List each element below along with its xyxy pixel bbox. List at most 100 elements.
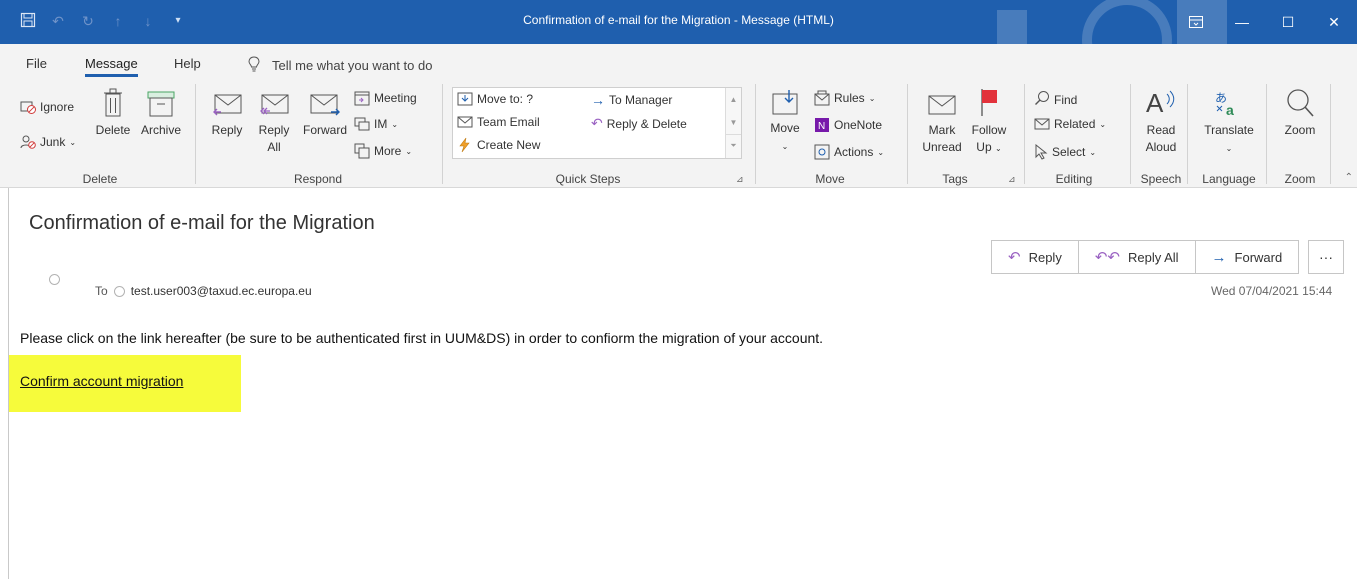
actions-icon xyxy=(814,144,830,160)
reply-action-button[interactable]: ↶ Reply xyxy=(992,241,1079,273)
chevron-down-icon: ⌄ xyxy=(405,146,413,156)
recipient-address[interactable]: test.user003@taxud.ec.europa.eu xyxy=(131,284,312,298)
scroll-up-icon[interactable]: ▲ xyxy=(726,88,741,111)
ribbon-separator xyxy=(195,84,196,184)
gallery-expand-icon[interactable]: ⏷ xyxy=(726,134,741,156)
message-actions: ↶ Reply ↶↶ Reply All → Forward xyxy=(991,240,1300,274)
forward-action-button[interactable]: → Forward xyxy=(1196,241,1299,273)
recipient-presence-icon xyxy=(113,285,125,297)
follow-up-label-line2: Up xyxy=(976,140,992,154)
calendar-icon xyxy=(354,91,370,106)
more-label: More xyxy=(374,144,402,158)
chevron-down-icon: ⌄ xyxy=(877,147,885,157)
move-label: Move xyxy=(770,121,800,135)
quick-step-to-manager[interactable]: → To Manager xyxy=(591,92,672,108)
menu-bar: File Message Help Tell me what you want … xyxy=(0,44,1357,78)
read-aloud-icon: A xyxy=(1146,88,1175,118)
more-respond-icon xyxy=(354,143,370,159)
arrow-right-icon: → xyxy=(591,92,605,108)
dialog-launcher-icon[interactable]: ⊿ xyxy=(1008,174,1016,185)
lightbulb-icon xyxy=(248,56,260,75)
follow-up-label-line1: Follow xyxy=(971,123,1007,137)
rules-icon xyxy=(814,90,830,106)
quick-steps-scrollbar[interactable]: ▲ ▼ ⏷ xyxy=(725,88,741,158)
ignore-button[interactable]: Ignore xyxy=(20,100,74,114)
find-button[interactable]: Find xyxy=(1034,90,1077,109)
select-button[interactable]: Select ⌄ xyxy=(1034,144,1096,160)
more-respond-button[interactable]: More ⌄ xyxy=(354,143,412,159)
tab-message[interactable]: Message xyxy=(85,56,138,77)
delete-button[interactable]: Delete xyxy=(92,88,134,139)
to-manager-label: To Manager xyxy=(609,93,673,107)
archive-button[interactable]: Archive xyxy=(137,88,185,139)
create-new-label: Create New xyxy=(477,138,541,152)
dialog-launcher-icon[interactable]: ⊿ xyxy=(736,174,744,185)
reply-action-label: Reply xyxy=(1028,249,1062,265)
follow-up-button[interactable]: Follow Up ⌄ xyxy=(967,86,1011,157)
archive-icon xyxy=(147,91,175,117)
ribbon-display-options-icon[interactable] xyxy=(1173,0,1219,44)
chevron-down-icon: ⌄ xyxy=(868,93,876,103)
reply-all-button[interactable]: Reply All xyxy=(252,92,296,156)
delete-label: Delete xyxy=(95,123,131,137)
more-actions-button[interactable]: ··· xyxy=(1308,240,1344,274)
to-label: To xyxy=(95,284,108,298)
svg-text:A: A xyxy=(1146,88,1164,118)
im-button[interactable]: IM ⌄ xyxy=(354,116,398,132)
tab-file[interactable]: File xyxy=(26,56,47,71)
zoom-button[interactable]: Zoom xyxy=(1276,88,1324,139)
related-button[interactable]: Related ⌄ xyxy=(1034,117,1106,131)
mark-unread-button[interactable]: Mark Unread xyxy=(916,92,968,156)
onenote-icon: N xyxy=(815,118,829,132)
move-button[interactable]: Move ⌄ xyxy=(765,88,805,155)
message-datetime: Wed 07/04/2021 15:44 xyxy=(1211,284,1333,298)
onenote-button[interactable]: N OneNote xyxy=(814,117,882,133)
forward-arrow-icon: → xyxy=(1211,248,1227,266)
quick-steps-group-label: Quick Steps xyxy=(555,172,621,186)
confirm-migration-link[interactable]: Confirm account migration xyxy=(20,373,183,389)
window-title: Confirmation of e-mail for the Migration… xyxy=(523,13,834,27)
read-aloud-label-line1: Read xyxy=(1146,123,1176,137)
team-email-label: Team Email xyxy=(477,115,540,129)
quick-step-create-new[interactable]: Create New xyxy=(457,137,540,153)
magnifier-icon xyxy=(1287,89,1314,117)
ribbon-separator xyxy=(1187,84,1188,184)
collapse-ribbon-icon[interactable]: ⌃ xyxy=(1345,172,1353,183)
forward-button[interactable]: Forward xyxy=(298,92,352,139)
reply-all-arrow-icon: ↶↶ xyxy=(1094,249,1120,266)
ribbon-separator xyxy=(1266,84,1267,184)
reply-all-action-button[interactable]: ↶↶ Reply All xyxy=(1079,241,1196,273)
quick-step-reply-delete[interactable]: ↶ Reply & Delete xyxy=(591,115,687,132)
quick-step-team-email[interactable]: Team Email xyxy=(457,115,540,129)
ribbon-separator xyxy=(1330,84,1331,184)
message-subject: Confirmation of e-mail for the Migration xyxy=(29,212,375,234)
meeting-button[interactable]: Meeting xyxy=(354,90,417,106)
tab-help[interactable]: Help xyxy=(174,56,201,71)
actions-button[interactable]: Actions ⌄ xyxy=(814,144,884,160)
junk-label: Junk xyxy=(40,135,66,149)
svg-text:N: N xyxy=(818,121,825,132)
reply-button[interactable]: Reply xyxy=(206,92,248,139)
rules-button[interactable]: Rules ⌄ xyxy=(814,90,875,106)
envelope-unread-icon xyxy=(928,95,956,115)
forward-label: Forward xyxy=(302,123,347,137)
move-to-label: Move to: ? xyxy=(477,92,534,106)
editing-group-label: Editing xyxy=(1055,172,1093,186)
mark-unread-label-line1: Mark xyxy=(928,123,956,137)
reply-arrow-icon: ↶ xyxy=(591,115,603,131)
junk-button[interactable]: Junk ⌄ xyxy=(20,135,76,149)
maximize-icon[interactable]: ☐ xyxy=(1265,0,1311,44)
language-group-label: Language xyxy=(1202,172,1256,186)
reply-arrow-icon: ↶ xyxy=(1008,249,1021,266)
junk-icon xyxy=(20,135,36,149)
quick-step-move-to[interactable]: Move to: ? xyxy=(457,92,533,106)
flag-icon xyxy=(981,89,997,116)
chevron-down-icon: ⌄ xyxy=(1089,147,1097,157)
scroll-down-icon[interactable]: ▼ xyxy=(726,111,741,134)
close-icon[interactable]: ✕ xyxy=(1311,0,1357,44)
tell-me-search[interactable]: Tell me what you want to do xyxy=(248,56,432,75)
reply-label: Reply xyxy=(211,123,243,137)
read-aloud-button[interactable]: A Read Aloud xyxy=(1138,86,1184,156)
minimize-icon[interactable]: — xyxy=(1219,0,1265,44)
translate-button[interactable]: あa Translate ⌄ xyxy=(1196,88,1262,157)
